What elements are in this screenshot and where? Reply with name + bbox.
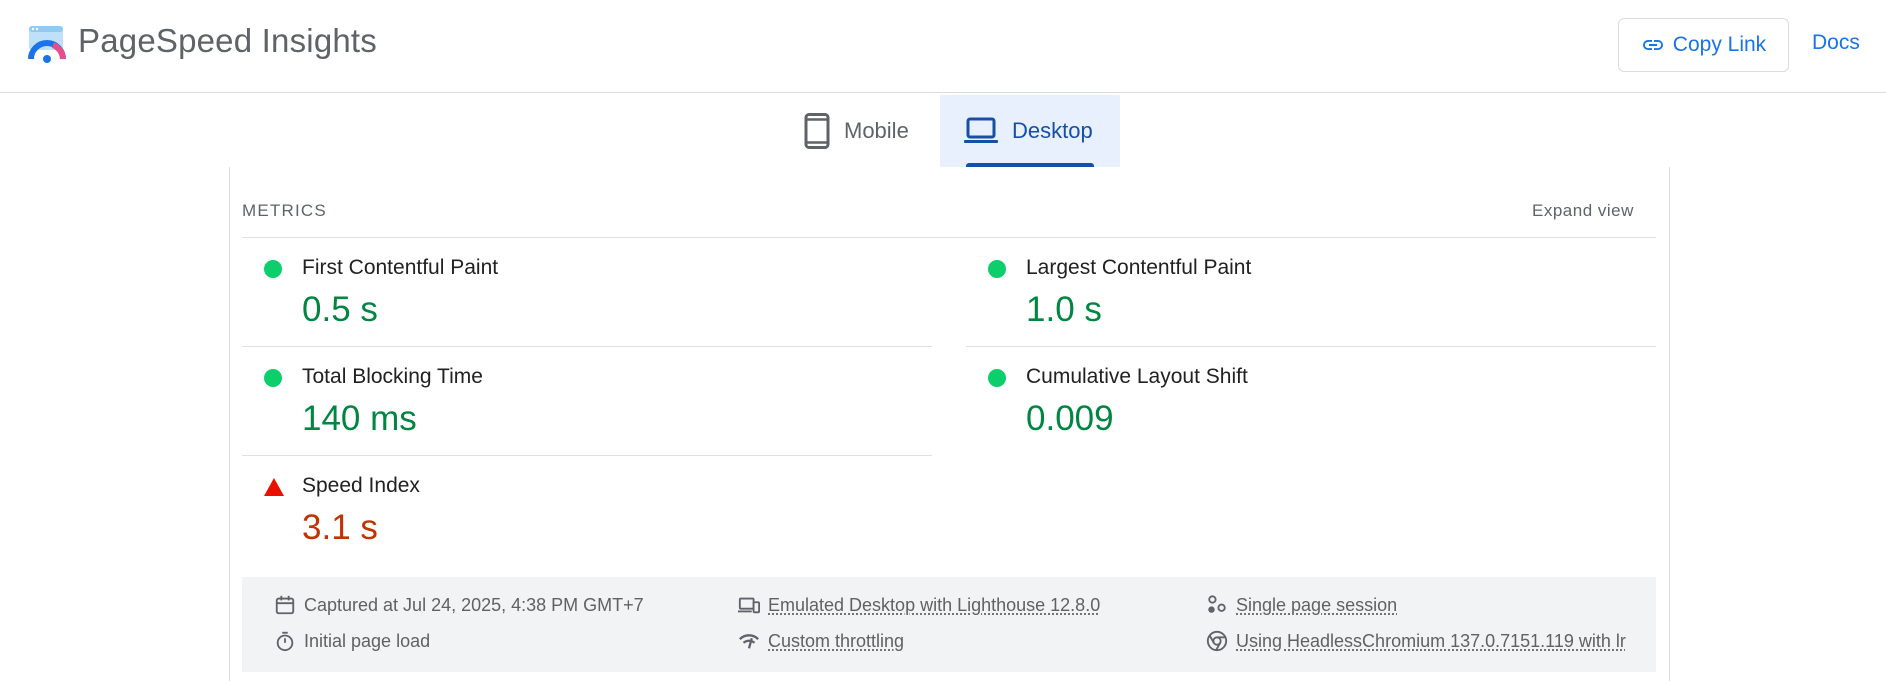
copy-link-label: Copy Link: [1673, 33, 1766, 57]
session-icon: [1206, 594, 1228, 616]
runtime-captured-text: Captured at Jul 24, 2025, 4:38 PM GMT+7: [304, 595, 644, 616]
expand-view-button[interactable]: Expand view: [1532, 201, 1634, 221]
pass-dot-icon: [988, 260, 1006, 278]
runtime-session-link[interactable]: Single page session: [1236, 595, 1397, 616]
copy-link-button[interactable]: Copy Link: [1618, 18, 1789, 72]
runtime-browser: Using HeadlessChromium 137.0.7151.119 wi…: [1206, 630, 1626, 652]
pass-dot-icon: [988, 369, 1006, 387]
runtime-load: Initial page load: [274, 630, 430, 652]
metric-value: 3.1 s: [302, 508, 378, 548]
metric-value: 0.5 s: [302, 290, 378, 330]
runtime-emulated-link[interactable]: Emulated Desktop with Lighthouse 12.8.0: [768, 595, 1100, 616]
metric-largest-contentful-paint: Largest Contentful Paint 1.0 s: [966, 238, 1656, 346]
tab-mobile-label: Mobile: [844, 118, 909, 144]
metric-first-contentful-paint: First Contentful Paint 0.5 s: [242, 238, 932, 346]
app-header: PageSpeed Insights Copy Link Docs: [0, 0, 1886, 93]
metric-value: 0.009: [1026, 399, 1114, 439]
metric-label: First Contentful Paint: [302, 256, 498, 280]
runtime-emulated: Emulated Desktop with Lighthouse 12.8.0: [738, 594, 1100, 616]
tab-mobile[interactable]: Mobile: [800, 95, 940, 167]
signal-icon: [738, 630, 760, 652]
metric-label: Largest Contentful Paint: [1026, 256, 1251, 280]
metric-value: 140 ms: [302, 399, 417, 439]
runtime-browser-link[interactable]: Using HeadlessChromium 137.0.7151.119 wi…: [1236, 631, 1626, 652]
metric-speed-index: Speed Index 3.1 s: [242, 456, 932, 564]
metric-label: Cumulative Layout Shift: [1026, 365, 1248, 389]
phone-icon: [804, 113, 830, 149]
runtime-settings: Captured at Jul 24, 2025, 4:38 PM GMT+7 …: [242, 577, 1656, 672]
laptop-icon: [964, 117, 998, 145]
runtime-captured: Captured at Jul 24, 2025, 4:38 PM GMT+7: [274, 594, 644, 616]
metric-total-blocking-time: Total Blocking Time 140 ms: [242, 347, 932, 455]
runtime-throttling-link[interactable]: Custom throttling: [768, 631, 904, 652]
calendar-icon: [274, 594, 296, 616]
devices-icon: [738, 594, 760, 616]
pass-dot-icon: [264, 260, 282, 278]
app-title: PageSpeed Insights: [78, 22, 377, 60]
tab-desktop-label: Desktop: [1012, 118, 1093, 144]
pass-dot-icon: [264, 369, 282, 387]
metric-label: Speed Index: [302, 474, 420, 498]
runtime-session: Single page session: [1206, 594, 1397, 616]
tab-desktop[interactable]: Desktop: [940, 95, 1120, 167]
metric-value: 1.0 s: [1026, 290, 1102, 330]
runtime-throttling: Custom throttling: [738, 630, 904, 652]
metric-label: Total Blocking Time: [302, 365, 483, 389]
link-icon: [1641, 33, 1665, 57]
docs-link[interactable]: Docs: [1812, 31, 1860, 55]
metric-cumulative-layout-shift: Cumulative Layout Shift 0.009: [966, 347, 1656, 455]
pagespeed-logo-icon: [28, 25, 66, 63]
timer-icon: [274, 630, 296, 652]
metrics-heading: METRICS: [242, 201, 327, 221]
chrome-icon: [1206, 630, 1228, 652]
fail-triangle-icon: [264, 478, 284, 496]
runtime-load-text: Initial page load: [304, 631, 430, 652]
